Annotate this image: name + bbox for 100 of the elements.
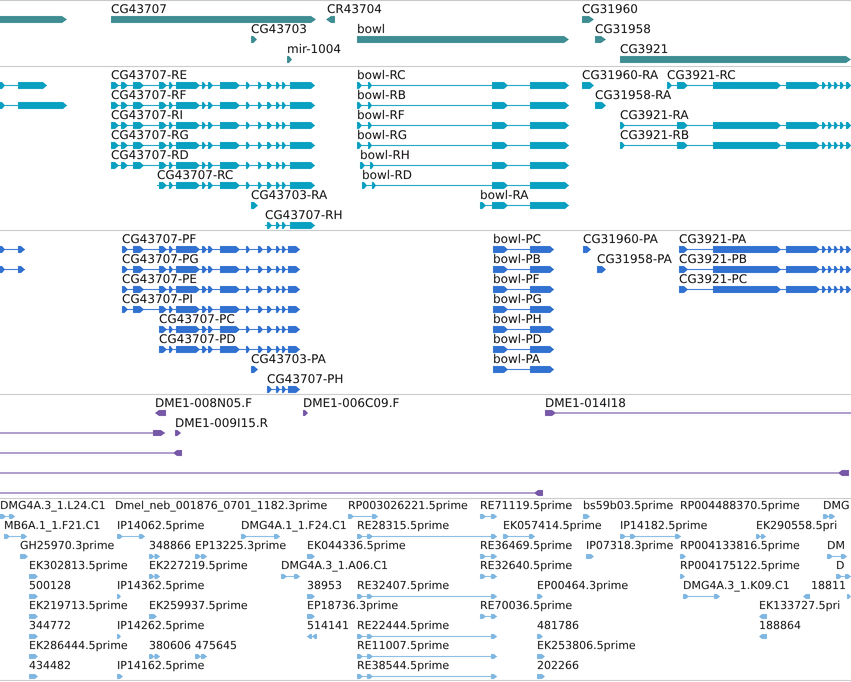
est-label: EP18736.3prime <box>307 600 398 612</box>
transcript-label: CG43707-RI <box>111 109 184 122</box>
clone-label: DME1-014I18 <box>545 397 626 410</box>
gene-label: CG43703 <box>251 23 307 36</box>
est-label: IP14162.5prime <box>117 660 204 672</box>
protein-label: CG43707-PH <box>267 373 344 386</box>
est-label: EK133727.5pri <box>759 600 840 612</box>
est-label: DM <box>827 540 845 552</box>
est-label: RP004488370.5prime <box>680 500 800 512</box>
est-label: DMG <box>823 500 850 512</box>
est-label: GH25970.3prime <box>20 540 114 552</box>
protein-label: CG43703-PA <box>251 353 326 366</box>
est-label: RP004175122.5prime <box>680 560 800 572</box>
transcript-label: bowl-RF <box>357 109 405 122</box>
clone-label: DME1-009I15.R <box>175 417 268 430</box>
est-label: EK286444.5prime <box>29 640 128 652</box>
gene-label: CR43704 <box>327 3 382 16</box>
est-label: IP14062.5prime <box>117 520 204 532</box>
est-label: IP07318.3prime <box>586 540 674 552</box>
transcript-label: CG3921-RA <box>620 109 689 122</box>
est-label: RE70036.5prime <box>480 600 572 612</box>
est-label: RE38544.5prime <box>357 660 450 672</box>
est-label: 434482 <box>29 660 71 672</box>
transcript-label: CG3921-RC <box>667 69 736 82</box>
est-label: 38953 <box>307 580 342 592</box>
est-label: RE32407.5prime <box>357 580 450 592</box>
gene-label: CG31958 <box>595 23 651 36</box>
protein-label: CG3921-PA <box>679 233 746 246</box>
gene-label: bowl <box>357 23 386 36</box>
transcript-label: bowl-RB <box>357 89 406 102</box>
est-label: EK227219.5prime <box>149 560 248 572</box>
transcript-label: bowl-RD <box>362 169 412 182</box>
transcript-label: CG43707-RE <box>111 69 188 82</box>
est-label: RP003026221.5prime <box>348 500 468 512</box>
transcript-label: bowl-RC <box>357 69 406 82</box>
gene-label: CG43707 <box>111 3 167 16</box>
protein-label: bowl-PH <box>493 313 542 326</box>
protein-label: CG43707-PD <box>159 333 236 346</box>
protein-label: bowl-PB <box>493 253 541 266</box>
est-label: EK219713.5prime <box>29 600 128 612</box>
transcript-label: CG43707-RH <box>265 209 343 222</box>
est-label: DMG4A.3_1.L24.C1 <box>0 500 106 512</box>
est-label: RE11007.5prime <box>357 640 450 652</box>
protein-label: CG31958-PA <box>597 253 672 266</box>
transcript-label: bowl-RH <box>360 149 410 162</box>
est-label: D <box>836 560 844 572</box>
est-label: 348866 <box>149 540 191 552</box>
est-label: 514141 <box>307 620 349 632</box>
est-label: IP14262.5prime <box>117 620 204 632</box>
clone-label: DME1-008N05.F <box>155 397 252 410</box>
est-label: DMG4A.1_1.F24.C1 <box>241 520 347 532</box>
transcript-label: bowl-RG <box>357 129 408 142</box>
est-label: RE28315.5prime <box>357 520 450 532</box>
est-label: 202266 <box>537 660 579 672</box>
protein-label: CG31960-PA <box>583 233 658 246</box>
est-label: EP13225.3prime <box>195 540 286 552</box>
gene-label: mir-1004 <box>287 43 342 56</box>
protein-label: CG43707-PF <box>122 233 196 246</box>
clone-label: DME1-006C09.F <box>303 397 400 410</box>
transcript-label: CG31960-RA <box>582 69 658 82</box>
est-label: DMG4A.3_1.K09.C1 <box>683 580 790 592</box>
transcript-label: bowl-RA <box>480 189 528 202</box>
est-label: 18811 <box>811 580 846 592</box>
gene-label: CG31960 <box>582 3 638 16</box>
transcript-label: CG43707-RC <box>157 169 234 182</box>
protein-label: CG43707-PG <box>122 253 199 266</box>
est-label: RE22444.5prime <box>357 620 450 632</box>
est-label: IP14182.5prime <box>620 520 708 532</box>
transcript-label: CG43707-RD <box>111 149 189 162</box>
protein-label: bowl-PC <box>493 233 542 246</box>
est-label: EK302813.5prime <box>29 560 128 572</box>
est-label: 475645 <box>195 640 237 652</box>
transcript-label: CG43707-RF <box>111 89 186 102</box>
est-label: EK057414.5prime <box>503 520 602 532</box>
est-label: RE36469.5prime <box>480 540 572 552</box>
transcript-label: CG43707-RG <box>111 129 189 142</box>
est-label: RP004133816.5prime <box>680 540 800 552</box>
est-label: EK253806.5prime <box>537 640 636 652</box>
protein-label: CG3921-PC <box>679 273 748 286</box>
est-label: EP00464.3prime <box>537 580 628 592</box>
est-label: EK290558.5pri <box>756 520 838 532</box>
est-label: MB6A.1_1.F21.C1 <box>4 520 100 532</box>
protein-label: CG43707-PC <box>159 313 235 326</box>
protein-label: bowl-PF <box>493 273 540 286</box>
est-label: 188864 <box>759 620 801 632</box>
est-label: DMG4A.3_1.A06.C1 <box>281 560 388 572</box>
est-label: RE32640.5prime <box>480 560 572 572</box>
protein-label: CG3921-PB <box>679 253 748 266</box>
protein-label: CG43707-PI <box>122 293 193 306</box>
gene-label: CG3921 <box>620 43 668 56</box>
protein-label: bowl-PA <box>493 353 540 366</box>
transcript-label: CG31958-RA <box>595 89 672 102</box>
protein-label: bowl-PG <box>493 293 542 306</box>
est-label: EK044336.5prime <box>307 540 406 552</box>
est-label: IP14362.5prime <box>117 580 204 592</box>
est-label: 500128 <box>29 580 71 592</box>
est-label: bs59b03.5prime <box>583 500 674 512</box>
transcript-label: CG43703-RA <box>251 189 328 202</box>
protein-label: CG43707-PE <box>122 273 197 286</box>
est-label: RE71119.5prime <box>480 500 572 512</box>
